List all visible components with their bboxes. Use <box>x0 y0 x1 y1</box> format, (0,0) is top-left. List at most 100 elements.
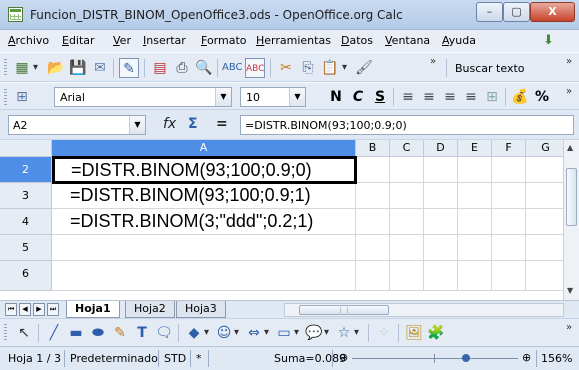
autospellcheck-icon[interactable]: ABC <box>245 58 265 78</box>
chevron-down-icon[interactable]: ▼ <box>289 88 305 106</box>
chevron-down-icon[interactable]: ▼ <box>215 88 231 106</box>
export-pdf-icon[interactable]: ▤ <box>150 58 170 78</box>
toolbar-grip-icon[interactable] <box>4 89 7 107</box>
percent-format-button[interactable]: % <box>532 87 552 107</box>
flowchart-icon[interactable]: ▭ <box>274 323 294 343</box>
paste-dropdown-chevron-icon[interactable]: ▾ <box>342 62 347 73</box>
row-header-3[interactable]: 3 <box>0 183 52 209</box>
zoom-slider-knob[interactable] <box>462 354 470 362</box>
sheet-tab-hoja3[interactable]: Hoja3 <box>176 301 226 318</box>
underline-button[interactable]: S <box>370 87 390 107</box>
column-header-g[interactable]: G <box>526 140 566 157</box>
scroll-up-arrow-icon[interactable]: ▲ <box>567 143 573 152</box>
column-header-e[interactable]: E <box>458 140 492 157</box>
cell-a3[interactable]: =DISTR.BINOM(93;100;0.9;1) <box>52 183 356 209</box>
cell-d2[interactable] <box>424 157 458 183</box>
spellcheck-icon[interactable]: ABC <box>222 58 243 78</box>
cell-a4[interactable]: =DISTR.BINOM(3;"ddd";0.2;1) <box>52 209 356 235</box>
vertical-scroll-thumb[interactable] <box>566 168 577 226</box>
horizontal-scrollbar[interactable]: ⋮⋮ <box>284 303 564 317</box>
zoom-out-icon[interactable]: ⊖ <box>339 351 348 364</box>
document-close-icon[interactable]: ⬇ <box>543 34 557 48</box>
extrusion-icon[interactable]: 🧩 <box>426 323 446 343</box>
cell-f6[interactable] <box>492 261 526 291</box>
page-style[interactable]: Predeterminado <box>70 352 158 365</box>
menu-insertar[interactable]: Insertar <box>143 34 186 47</box>
drawing-overflow-chevron-icon[interactable]: » <box>566 322 572 333</box>
cell-f5[interactable] <box>492 235 526 261</box>
cell-a6[interactable] <box>52 261 356 291</box>
save-icon[interactable]: 💾 <box>68 58 88 78</box>
stars-icon[interactable]: ☆ <box>334 323 354 343</box>
currency-format-icon[interactable]: 💰 <box>510 87 530 107</box>
cell-c6[interactable] <box>390 261 424 291</box>
sheet-tab-hoja1[interactable]: Hoja1 <box>66 301 120 318</box>
font-name-combo[interactable]: Arial ▼ <box>54 87 232 107</box>
block-arrows-icon[interactable]: ⇔ <box>244 323 264 343</box>
paste-icon[interactable]: 📋 <box>320 58 340 78</box>
cell-a5[interactable] <box>52 235 356 261</box>
rectangle-icon[interactable]: ▬ <box>66 323 86 343</box>
close-button[interactable]: X <box>530 2 575 22</box>
cell-e4[interactable] <box>458 209 492 235</box>
justify-icon[interactable]: ≡ <box>461 87 481 107</box>
basic-shapes-icon[interactable]: ◆ <box>184 323 204 343</box>
flowchart-chevron-icon[interactable]: ▾ <box>294 327 299 338</box>
cell-d6[interactable] <box>424 261 458 291</box>
minimize-button[interactable]: – <box>476 2 503 22</box>
format-overflow-chevron-icon[interactable]: » <box>566 86 572 97</box>
align-center-icon[interactable]: ≡ <box>419 87 439 107</box>
menu-archivo[interactable]: Archivo <box>8 34 49 47</box>
cell-g5[interactable] <box>526 235 566 261</box>
menu-editar[interactable]: Editar <box>62 34 95 47</box>
cell-c4[interactable] <box>390 209 424 235</box>
new-document-icon[interactable]: ▦ <box>12 58 32 78</box>
cell-g2[interactable] <box>526 157 566 183</box>
callouts-icon[interactable]: 💬 <box>304 323 324 343</box>
chevron-down-icon[interactable]: ▼ <box>129 116 145 134</box>
zoom-slider[interactable] <box>352 354 518 363</box>
cell-b4[interactable] <box>356 209 390 235</box>
new-dropdown-chevron-icon[interactable]: ▾ <box>33 62 38 73</box>
column-header-c[interactable]: C <box>390 140 424 157</box>
cell-d3[interactable] <box>424 183 458 209</box>
menu-ver[interactable]: Ver <box>113 34 131 47</box>
cell-c3[interactable] <box>390 183 424 209</box>
toolbar-grip-icon[interactable] <box>4 324 7 342</box>
cell-g3[interactable] <box>526 183 566 209</box>
cell-g6[interactable] <box>526 261 566 291</box>
cell-f4[interactable] <box>492 209 526 235</box>
email-icon[interactable]: ✉ <box>90 58 110 78</box>
italic-button[interactable]: C <box>348 87 368 107</box>
cell-c2[interactable] <box>390 157 424 183</box>
edit-file-icon[interactable]: ✎ <box>119 58 139 78</box>
column-header-a[interactable]: A <box>52 140 356 157</box>
font-size-combo[interactable]: 10 ▼ <box>240 87 306 107</box>
menu-datos[interactable]: Datos <box>341 34 373 47</box>
line-icon[interactable]: ╱ <box>44 323 64 343</box>
menu-ayuda[interactable]: Ayuda <box>442 34 476 47</box>
row-header-2[interactable]: 2 <box>0 157 52 183</box>
symbol-shapes-chevron-icon[interactable]: ▾ <box>234 327 239 338</box>
basic-shapes-chevron-icon[interactable]: ▾ <box>204 327 209 338</box>
merge-cells-icon[interactable]: ⊞ <box>482 87 502 107</box>
clone-formatting-icon[interactable]: 🖌 <box>354 58 374 78</box>
column-header-f[interactable]: F <box>492 140 526 157</box>
align-right-icon[interactable]: ≡ <box>440 87 460 107</box>
callout-icon[interactable]: 🗨 <box>154 323 174 343</box>
find-overflow-chevron-icon[interactable]: » <box>566 56 572 67</box>
last-sheet-icon[interactable]: ⏭ <box>47 303 59 316</box>
stars-chevron-icon[interactable]: ▾ <box>354 327 359 338</box>
sum-button[interactable]: Σ <box>188 116 198 132</box>
cell-b5[interactable] <box>356 235 390 261</box>
name-box[interactable]: A2 ▼ <box>8 115 146 135</box>
callouts-chevron-icon[interactable]: ▾ <box>324 327 329 338</box>
formula-input[interactable]: =DISTR.BINOM(93;100;0.9;0) <box>240 115 574 135</box>
maximize-button[interactable]: ▢ <box>503 2 530 22</box>
cell-e5[interactable] <box>458 235 492 261</box>
cell-a2[interactable]: =DISTR.BINOM(93;100;0.9;0) <box>52 156 357 184</box>
cell-e6[interactable] <box>458 261 492 291</box>
selection-mode[interactable]: STD <box>164 352 186 365</box>
print-icon[interactable]: ⎙ <box>172 58 192 78</box>
align-left-icon[interactable]: ≡ <box>398 87 418 107</box>
